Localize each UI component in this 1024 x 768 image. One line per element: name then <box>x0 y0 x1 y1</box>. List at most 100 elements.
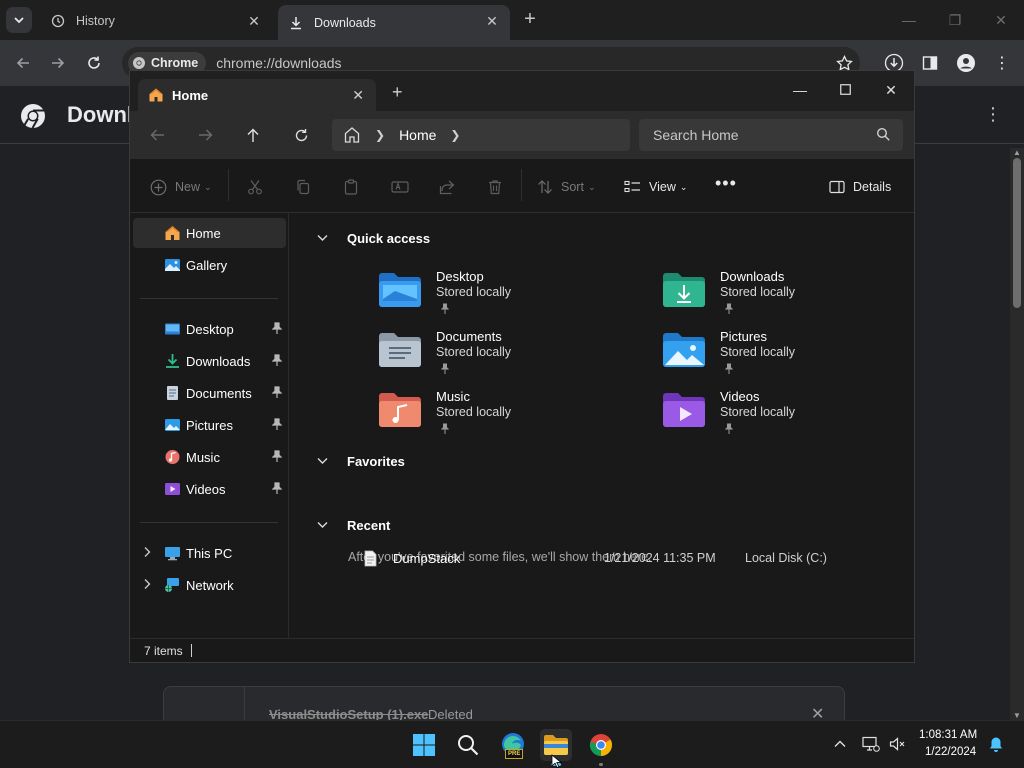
pin-icon[interactable] <box>272 450 282 462</box>
new-tab-button[interactable]: + <box>520 9 540 29</box>
page-scrollbar[interactable]: ▲ ▼ <box>1010 148 1024 720</box>
notification-bell-icon[interactable] <box>987 735 1005 753</box>
network-status-icon[interactable] <box>862 735 880 753</box>
recent-file-row[interactable]: DumpStack 1/21/2024 11:35 PM Local Disk … <box>364 548 884 570</box>
minimize-icon[interactable]: — <box>901 12 917 28</box>
forward-icon[interactable] <box>47 52 69 74</box>
sidebar-item-pictures[interactable]: Pictures <box>133 410 286 440</box>
side-panel-icon[interactable] <box>919 52 941 74</box>
tab-home[interactable]: Home ✕ <box>138 79 376 111</box>
download-icon <box>288 15 304 31</box>
tab-history[interactable]: History ✕ <box>40 5 272 37</box>
sidebar-item-videos[interactable]: Videos <box>133 474 286 504</box>
copy-icon[interactable] <box>295 177 311 197</box>
pin-icon[interactable] <box>272 354 282 366</box>
url-text[interactable]: chrome://downloads <box>216 55 341 71</box>
scroll-up-icon[interactable]: ▲ <box>1013 148 1021 157</box>
close-icon[interactable]: ✕ <box>880 79 902 101</box>
sidebar-item-label: Gallery <box>186 257 228 273</box>
close-icon[interactable]: ✕ <box>484 13 500 29</box>
close-icon[interactable]: ✕ <box>352 87 364 104</box>
chevron-down-icon[interactable] <box>317 234 328 242</box>
profile-avatar-icon[interactable] <box>955 52 977 74</box>
sidebar-item-this-pc[interactable]: This PC <box>133 538 286 568</box>
chevron-right-icon[interactable] <box>143 546 151 558</box>
divider <box>521 169 522 201</box>
scroll-thumb[interactable] <box>1013 158 1021 308</box>
search-button[interactable] <box>452 729 484 761</box>
section-favorites[interactable]: Favorites <box>317 451 405 471</box>
delete-icon[interactable] <box>487 177 503 197</box>
clock-date[interactable]: 1/22/2024 <box>925 746 976 758</box>
chrome-app[interactable] <box>585 729 617 766</box>
cut-icon[interactable] <box>247 177 263 197</box>
preview-badge: PRE <box>505 749 524 759</box>
quick-access-desktop[interactable]: Desktop Stored locally <box>378 266 618 322</box>
scroll-down-icon[interactable]: ▼ <box>1013 711 1021 720</box>
documents-folder-icon <box>167 386 178 400</box>
clock-time[interactable]: 1:08:31 AM <box>919 729 977 741</box>
breadcrumb[interactable]: ❯ Home ❯ <box>332 119 630 151</box>
sidebar-item-downloads[interactable]: Downloads <box>133 346 286 376</box>
quick-access-downloads[interactable]: Downloads Stored locally <box>662 266 902 322</box>
chevron-right-icon[interactable]: ❯ <box>375 128 385 142</box>
quick-access-music[interactable]: Music Stored locally <box>378 386 618 442</box>
sidebar-item-documents[interactable]: Documents <box>133 378 286 408</box>
chevron-down-icon[interactable] <box>317 521 328 529</box>
refresh-icon[interactable] <box>291 125 311 145</box>
tab-search-button[interactable] <box>6 7 32 33</box>
new-tab-button[interactable]: + <box>392 83 403 101</box>
sort-button[interactable]: Sort ⌄ <box>537 177 595 197</box>
forward-icon[interactable] <box>195 125 215 145</box>
paste-icon[interactable] <box>343 177 359 197</box>
show-hidden-icons-chevron-up-icon[interactable] <box>831 735 849 753</box>
quick-access-videos[interactable]: Videos Stored locally <box>662 386 902 442</box>
pin-icon[interactable] <box>272 386 282 398</box>
minimize-icon[interactable]: — <box>789 79 811 101</box>
details-button[interactable]: Details <box>829 177 891 197</box>
sidebar-item-home[interactable]: Home <box>133 218 286 248</box>
pin-icon <box>441 363 449 374</box>
chevron-right-icon[interactable] <box>143 578 151 590</box>
navigation-pane: Home Gallery Desktop Downloads Documents… <box>130 213 289 638</box>
edge-preview-app[interactable]: PRE <box>497 729 529 761</box>
sidebar-item-desktop[interactable]: Desktop <box>133 314 286 344</box>
close-icon[interactable]: ✕ <box>993 12 1009 28</box>
back-icon[interactable] <box>147 125 167 145</box>
sidebar-item-music[interactable]: Music <box>133 442 286 472</box>
music-folder-icon <box>165 450 180 464</box>
folder-status: Stored locally <box>436 345 512 359</box>
quick-access-documents[interactable]: Documents Stored locally <box>378 326 618 382</box>
view-button[interactable]: View ⌄ <box>624 177 687 197</box>
pin-icon[interactable] <box>272 418 282 430</box>
chevron-down-icon[interactable] <box>317 457 328 465</box>
pin-icon[interactable] <box>272 482 282 494</box>
explorer-address-row: ❯ Home ❯ Search Home <box>130 111 914 159</box>
search-input[interactable]: Search Home <box>639 119 903 151</box>
chevron-right-icon[interactable]: ❯ <box>450 128 460 142</box>
pin-icon[interactable] <box>272 322 282 334</box>
windows-logo-icon <box>413 734 435 756</box>
back-icon[interactable] <box>12 52 34 74</box>
reload-icon[interactable] <box>83 52 105 74</box>
breadcrumb-item-home[interactable]: Home <box>399 127 436 143</box>
share-icon[interactable] <box>439 177 455 197</box>
quick-access-pictures[interactable]: Pictures Stored locally <box>662 326 902 382</box>
more-options-icon[interactable]: ⋮ <box>984 104 1002 125</box>
chevron-down-icon <box>14 16 24 23</box>
restore-icon[interactable]: ❐ <box>947 12 963 28</box>
chrome-menu-icon[interactable]: ⋮ <box>991 52 1013 74</box>
close-icon[interactable]: ✕ <box>246 13 262 29</box>
sidebar-item-gallery[interactable]: Gallery <box>133 250 286 280</box>
more-options-icon[interactable]: ••• <box>715 173 737 193</box>
up-arrow-icon[interactable] <box>243 125 263 145</box>
section-recent[interactable]: Recent <box>317 515 390 535</box>
maximize-icon[interactable] <box>834 79 856 101</box>
tab-downloads[interactable]: Downloads ✕ <box>278 5 510 40</box>
rename-icon[interactable] <box>391 177 409 197</box>
new-button[interactable]: New ⌄ <box>150 177 212 197</box>
section-quick-access[interactable]: Quick access <box>317 228 430 248</box>
sidebar-item-network[interactable]: Network <box>133 570 286 600</box>
volume-muted-icon[interactable] <box>888 735 906 753</box>
start-button[interactable] <box>408 729 440 761</box>
